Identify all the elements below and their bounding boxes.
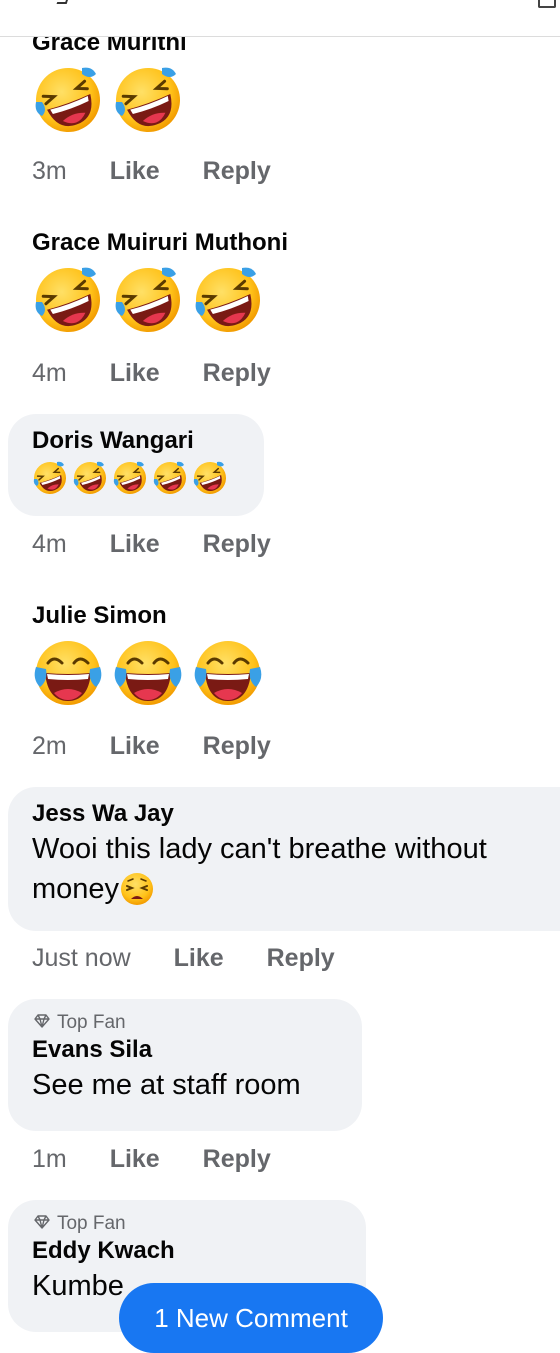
comment-author[interactable]: Doris Wangari: [32, 426, 240, 456]
top-fan-badge: Top Fan: [32, 1011, 338, 1035]
badge-label: Top Fan: [56, 1213, 126, 1234]
reply-button[interactable]: Reply: [267, 944, 335, 972]
tears-of-joy-emoji-icon: [112, 637, 184, 709]
like-button[interactable]: Like: [110, 1145, 160, 1173]
emoji-row: [32, 460, 240, 496]
comment-time: 4m: [32, 359, 67, 387]
comment-time: 3m: [32, 157, 67, 185]
comment-author[interactable]: Eddy Kwach: [32, 1236, 342, 1266]
comment-text: Wooi this lady can't breathe without mon…: [32, 829, 544, 909]
reply-button[interactable]: Reply: [203, 732, 271, 760]
rofl-emoji-icon: [112, 64, 184, 136]
rofl-emoji-icon: [32, 460, 68, 496]
emoji-row: [32, 264, 288, 336]
comment: Julie Simon: [8, 601, 288, 709]
comment-time: 1m: [32, 1145, 67, 1173]
rofl-emoji-icon: [32, 64, 104, 136]
comment-actions: 1m Like Reply: [32, 1145, 307, 1174]
comment-time: 4m: [32, 530, 67, 558]
comment-text-line: money: [32, 873, 120, 905]
comment-actions: 4m Like Reply: [32, 530, 307, 559]
top-bar: [0, 0, 560, 37]
rofl-emoji-icon: [112, 264, 184, 336]
comment-text-line-with-emoji: money: [32, 869, 544, 909]
comment-author[interactable]: Jess Wa Jay: [32, 799, 544, 829]
comment-actions: 3m Like Reply: [32, 157, 307, 186]
new-comment-button[interactable]: 1 New Comment: [119, 1283, 383, 1353]
comment-author[interactable]: Evans Sila: [32, 1035, 338, 1065]
comment: Grace Muiruri Muthoni: [8, 228, 312, 336]
tears-of-joy-emoji-icon: [192, 637, 264, 709]
comment-time: Just now: [32, 944, 131, 972]
comment-actions: 2m Like Reply: [32, 732, 307, 761]
comment-text-line: Wooi this lady can't breathe without: [32, 833, 487, 865]
weary-face-emoji-icon: [119, 871, 155, 907]
badge-label: Top Fan: [56, 1012, 126, 1033]
like-button[interactable]: Like: [110, 157, 160, 185]
reply-button[interactable]: Reply: [203, 530, 271, 558]
like-button[interactable]: Like: [110, 530, 160, 558]
comment-author[interactable]: Julie Simon: [32, 601, 264, 631]
rofl-emoji-icon: [152, 460, 188, 496]
tears-of-joy-emoji-icon: [32, 637, 104, 709]
reply-button[interactable]: Reply: [203, 1145, 271, 1173]
comment: Grace Murithi: [8, 28, 211, 136]
back-icon[interactable]: [56, 0, 70, 4]
rofl-emoji-icon: [32, 264, 104, 336]
like-button[interactable]: Like: [110, 359, 160, 387]
comment-bubble[interactable]: Jess Wa Jay Wooi this lady can't breathe…: [8, 787, 560, 931]
emoji-row: [32, 64, 187, 136]
reply-button[interactable]: Reply: [203, 157, 271, 185]
comment-author[interactable]: Grace Muiruri Muthoni: [32, 228, 288, 258]
diamond-icon: [34, 1215, 50, 1229]
rofl-emoji-icon: [192, 460, 228, 496]
rofl-emoji-icon: [192, 264, 264, 336]
like-button[interactable]: Like: [110, 732, 160, 760]
comment-text: See me at staff room: [32, 1069, 301, 1101]
comment-actions: 4m Like Reply: [32, 359, 307, 388]
reply-button[interactable]: Reply: [203, 359, 271, 387]
like-button[interactable]: Like: [174, 944, 224, 972]
top-fan-badge: Top Fan: [32, 1212, 342, 1236]
share-icon[interactable]: [538, 0, 556, 8]
rofl-emoji-icon: [72, 460, 108, 496]
comment-bubble[interactable]: Doris Wangari: [8, 414, 264, 516]
emoji-row: [32, 637, 264, 709]
comment-bubble[interactable]: Top Fan Evans Sila See me at staff room: [8, 999, 362, 1131]
rofl-emoji-icon: [112, 460, 148, 496]
comment-time: 2m: [32, 732, 67, 760]
comment-actions: Just now Like Reply: [32, 944, 371, 973]
diamond-icon: [34, 1014, 50, 1028]
